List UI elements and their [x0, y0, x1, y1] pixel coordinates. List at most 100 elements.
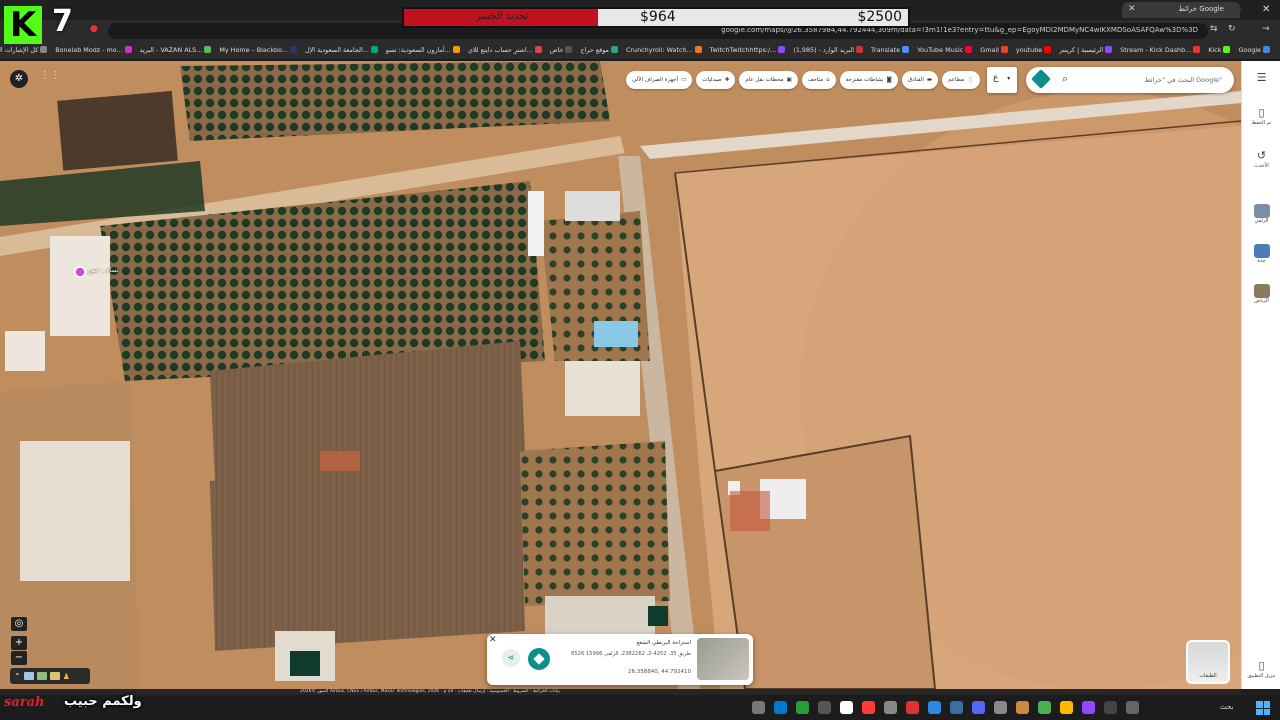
- taskbar-app-icon[interactable]: [950, 701, 963, 714]
- sidebar-icon[interactable]: ⇆: [1210, 24, 1218, 34]
- pegman-icon[interactable]: ♟: [63, 672, 70, 681]
- search-box[interactable]: ⌕ البحث في "خرائط Google": [1026, 67, 1234, 93]
- taskbar-app-icon[interactable]: [796, 701, 809, 714]
- traffic-layer-icon[interactable]: [36, 672, 47, 680]
- reload-icon[interactable]: ↻: [1228, 24, 1236, 34]
- terrain-layer-icon[interactable]: [23, 672, 34, 680]
- taskbar-app-icon[interactable]: [884, 701, 897, 714]
- bookmark-item[interactable]: اشترِ حساب دايتع للاي...: [468, 46, 542, 54]
- chip-4[interactable]: محطات نقل عام ▣: [739, 71, 798, 89]
- bookmark-item[interactable]: Crunchyroll: Watch...: [626, 46, 702, 54]
- bookmark-item[interactable]: البريد الوارد - (1,985): [793, 45, 864, 54]
- taskbar-app-icon[interactable]: [1126, 701, 1139, 714]
- chip-1[interactable]: الفنادق ▬: [901, 71, 939, 89]
- goal-current: $964: [640, 9, 676, 25]
- directions-button[interactable]: [528, 648, 550, 670]
- close-window-icon[interactable]: ✕: [1262, 4, 1270, 15]
- zoom-in-button[interactable]: +: [11, 636, 27, 650]
- bookmark-item[interactable]: Stream - Kick Dashb...: [1120, 46, 1201, 54]
- rail-item-4[interactable]: الرياض: [1242, 284, 1280, 304]
- start-button[interactable]: [1256, 701, 1270, 715]
- viewer-number: 7: [52, 4, 73, 39]
- fork-knife-icon: 🍴: [967, 77, 974, 83]
- rail-item-5[interactable]: ▯ تنزيل التطبيق: [1242, 659, 1280, 679]
- rail-item-3[interactable]: جدة: [1242, 244, 1280, 264]
- street-view-thumbnail[interactable]: [697, 638, 749, 680]
- bookmark-label: البريد الوارد - (1,985): [793, 45, 855, 54]
- close-icon[interactable]: ✕: [489, 635, 497, 645]
- chip-5[interactable]: صيدليات ✚: [696, 71, 736, 89]
- bookmark-item[interactable]: Kick: [1208, 46, 1231, 54]
- chevron-down-icon: ▾: [1007, 75, 1011, 82]
- back-icon[interactable]: →: [1262, 24, 1270, 34]
- bookmark-item[interactable]: Gmail: [980, 46, 1008, 54]
- chip-3[interactable]: متاحف ⌂: [801, 71, 836, 89]
- menu-icon: ☰: [1256, 71, 1267, 84]
- tab-google-maps[interactable]: ✕ خرائط Google: [1122, 2, 1240, 18]
- bookmark-item[interactable]: موقع حراج: [580, 46, 618, 54]
- history-icon: ↺: [1256, 149, 1267, 162]
- bookmark-item[interactable]: My Home – Blackbo...: [219, 46, 298, 54]
- search-input[interactable]: البحث في "خرائط Google": [1145, 76, 1222, 84]
- rail-item-0[interactable]: ▯ تم الحفظ: [1242, 106, 1280, 126]
- taskbar-app-icon[interactable]: [1082, 701, 1095, 714]
- chip-2[interactable]: نشاطات مقترحة ◙: [839, 71, 898, 89]
- taskbar-app-icon[interactable]: [994, 701, 1007, 714]
- bookmark-label: اشترِ حساب دايتع للاي...: [467, 45, 533, 54]
- chip-0[interactable]: مطاعم 🍴: [942, 71, 980, 89]
- bookmark-label: أمازون السعودية: تسو...: [385, 45, 451, 54]
- my-location-icon[interactable]: ◎: [11, 617, 27, 631]
- transit-layer-icon[interactable]: [49, 672, 60, 680]
- menu-button[interactable]: ☰: [1242, 71, 1280, 85]
- language-label: ع: [993, 73, 999, 83]
- bookmarks-bar: Google Kick Stream - Kick Dashb... الرئيسية…: [0, 40, 1280, 60]
- layer-switcher-strip[interactable]: ⌃ ♟: [10, 668, 90, 684]
- taskbar-app-icon[interactable]: [906, 701, 919, 714]
- layers-button[interactable]: الطبقات: [1186, 640, 1230, 684]
- close-icon[interactable]: ✕: [1128, 4, 1136, 14]
- rail-item-1[interactable]: ↺ الأحدث: [1242, 149, 1280, 169]
- grid-icon[interactable]: ⋮⋮: [40, 70, 60, 81]
- taskbar-app-icon[interactable]: [1104, 701, 1117, 714]
- taskbar-app-icon[interactable]: [752, 701, 765, 714]
- bookmark-item[interactable]: Google: [1238, 46, 1270, 54]
- expand-icon[interactable]: ⌃: [14, 672, 21, 681]
- bookmark-label: Google: [1238, 45, 1261, 54]
- satellite-map[interactable]: نساء... حص: [0, 61, 1241, 689]
- taskbar-app-icon[interactable]: [1060, 701, 1073, 714]
- bookmark-item[interactable]: TwitchTwitchhttps:/...: [710, 46, 786, 54]
- share-button[interactable]: ⋖: [502, 649, 520, 667]
- bookmark-item[interactable]: الجامعة السعودية الإل...: [305, 46, 378, 54]
- taskbar-app-icon[interactable]: [774, 701, 787, 714]
- bookmark-item[interactable]: الرئيسية | كرينتر: [1059, 46, 1113, 54]
- taskbar-app-icon[interactable]: [928, 701, 941, 714]
- taskbar-app-icon[interactable]: [972, 701, 985, 714]
- taskbar-app-icon[interactable]: [1016, 701, 1029, 714]
- taskbar-app-icon[interactable]: [818, 701, 831, 714]
- chip-6[interactable]: أجهزة الصراف الآلي ▭: [626, 71, 693, 89]
- bookmark-item[interactable]: خاص: [550, 46, 573, 54]
- rail-item-2[interactable]: الزلفي: [1242, 204, 1280, 224]
- bookmark-item[interactable]: Translate: [871, 46, 910, 54]
- directions-icon[interactable]: [1031, 69, 1051, 89]
- camera-icon: ◙: [886, 77, 892, 83]
- bookmark-item[interactable]: YouTube Music: [917, 46, 973, 54]
- taskbar-app-icon[interactable]: [862, 701, 875, 714]
- chip-label: متاحف: [807, 77, 824, 83]
- zoom-out-button[interactable]: −: [11, 651, 27, 665]
- taskbar-search[interactable]: بحث: [1220, 703, 1233, 711]
- bookmark-item[interactable]: Bonelab Modz - mo...: [55, 46, 132, 54]
- bookmark-item[interactable]: البريد - VAZAN ALS...: [140, 46, 212, 54]
- google-apps-icon[interactable]: ✲: [10, 70, 28, 88]
- bookmark-item[interactable]: أمازون السعودية: تسو...: [386, 46, 460, 54]
- bookmark-item[interactable]: كل الإشارات المرجعية: [0, 46, 48, 54]
- bookmark-item[interactable]: youtube: [1016, 46, 1052, 54]
- taskbar-app-icon[interactable]: [1038, 701, 1051, 714]
- search-icon[interactable]: ⌕: [1062, 72, 1068, 86]
- satellite-imagery[interactable]: [0, 61, 1241, 689]
- place-info-card[interactable]: ✕ ⋖ استراحة البرنطي الشغع 8526 طريق 35، …: [487, 634, 753, 685]
- language-button[interactable]: ع ▾: [987, 67, 1017, 93]
- place-label[interactable]: نساء... حص: [88, 267, 118, 274]
- taskbar-app-icon[interactable]: [840, 701, 853, 714]
- bookmark-favicon-icon: [204, 46, 212, 53]
